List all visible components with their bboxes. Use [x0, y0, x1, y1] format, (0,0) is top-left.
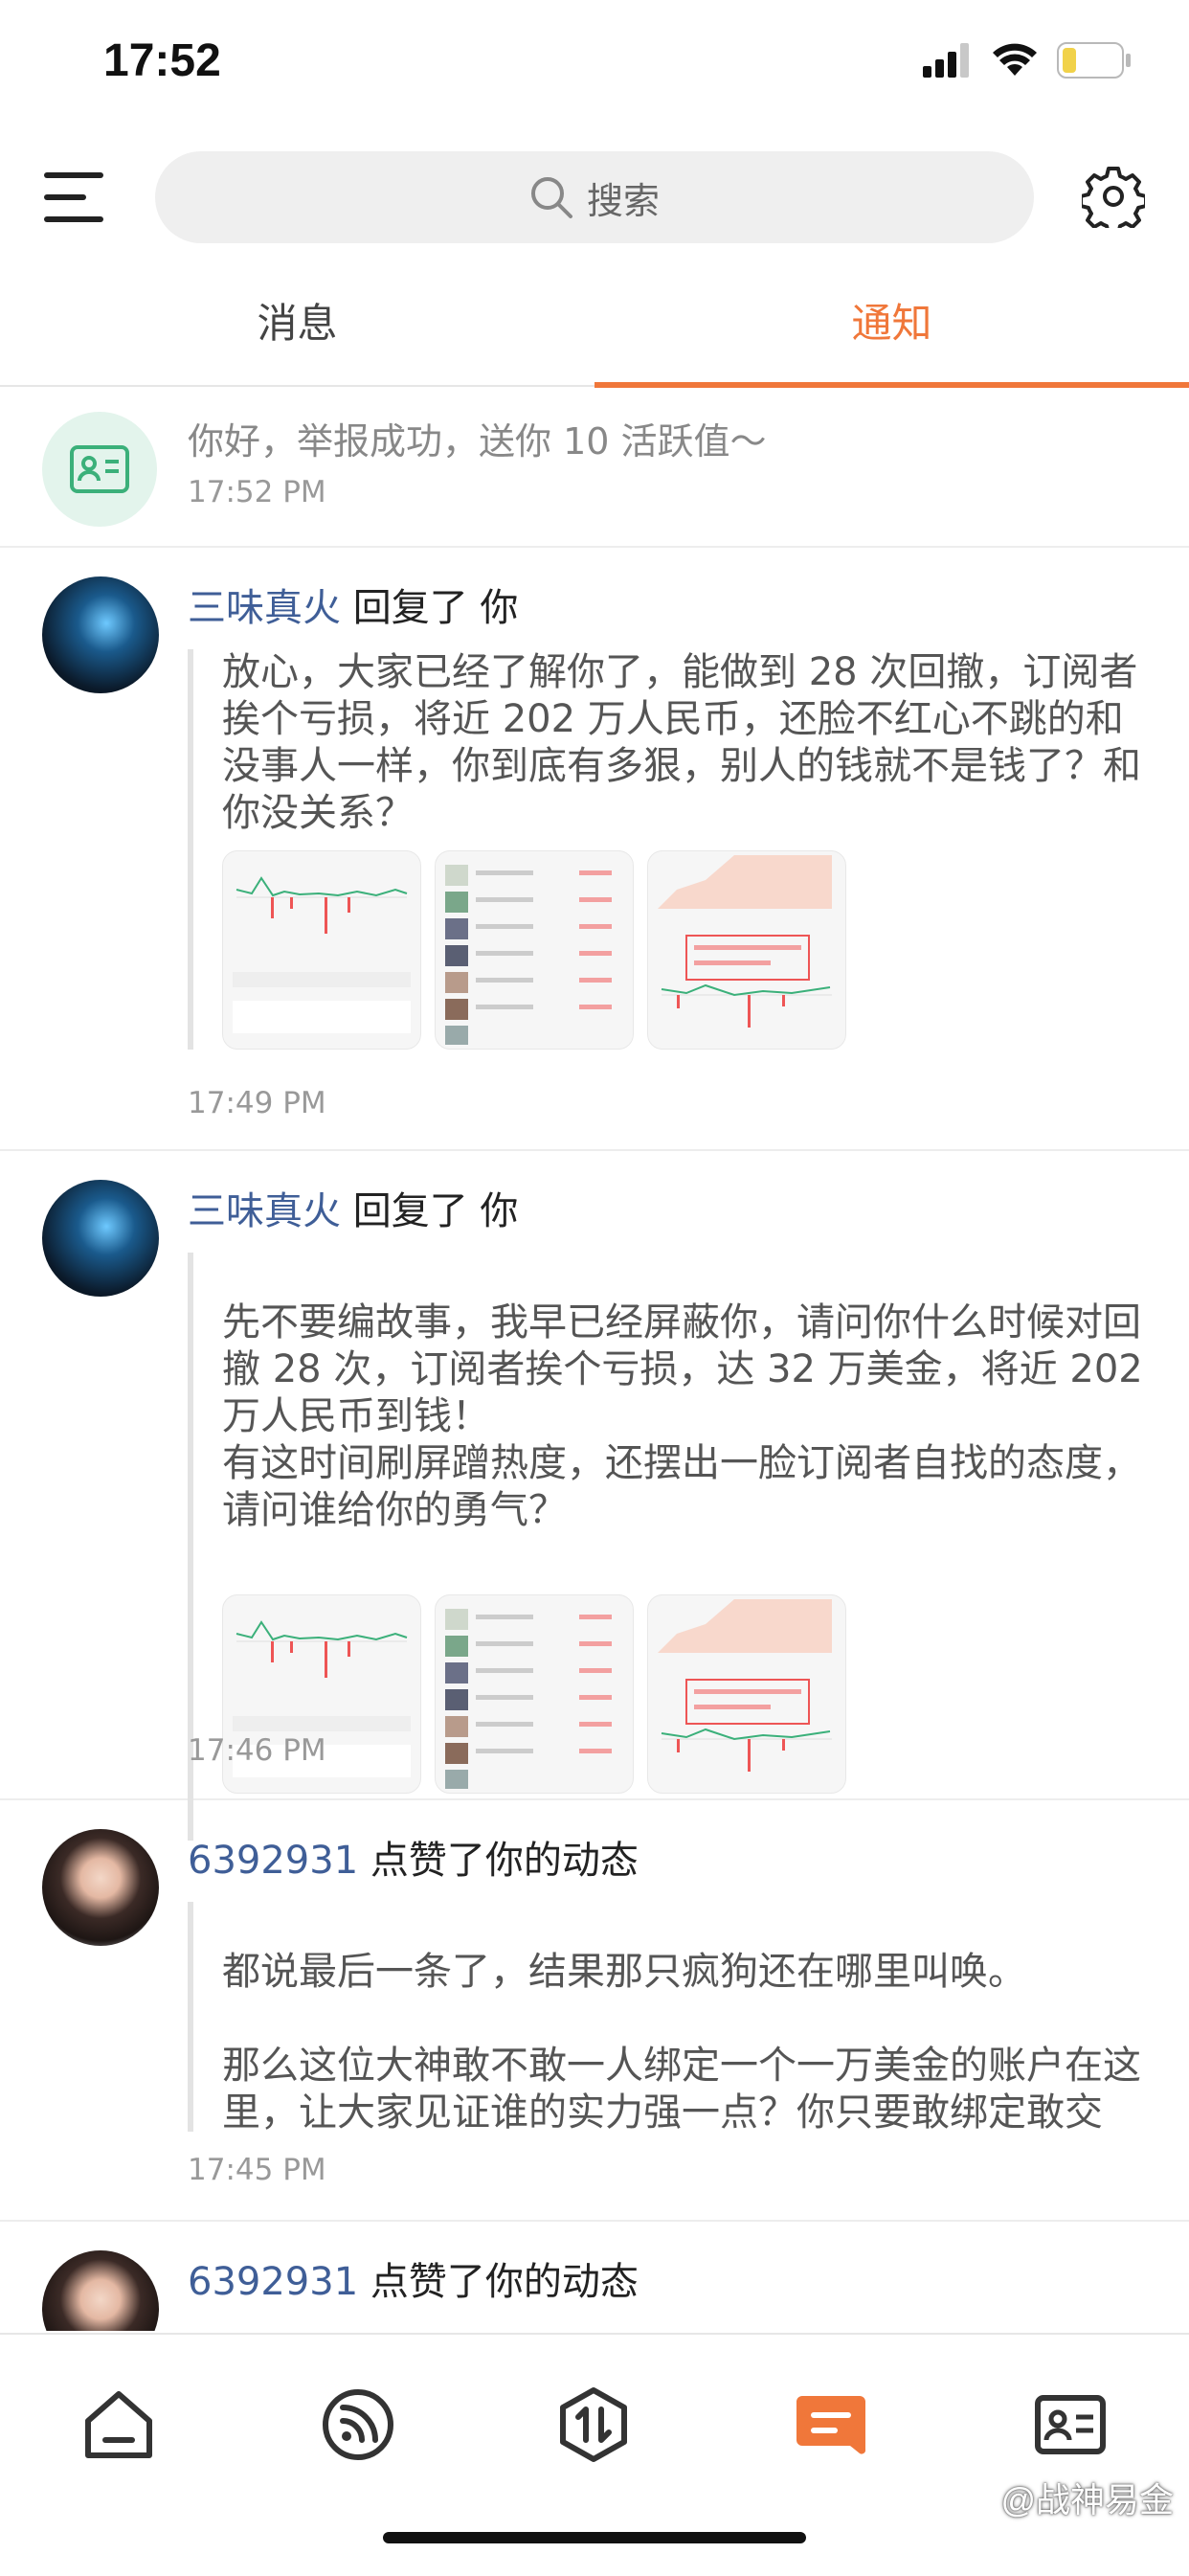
quoted-text: 都说最后一条了，结果那只疯狗还在哪里叫唤。 那么这位大神敢不敢一人绑定一个一万美…: [222, 1950, 1141, 2132]
image-thumbnail[interactable]: [222, 850, 421, 1050]
nav-profile[interactable]: [1032, 2386, 1109, 2463]
notification-header: 三味真火 回复了 你: [188, 576, 518, 632]
notification-header: 三味真火 回复了 你: [188, 1180, 518, 1235]
watermark: @战神易金: [1000, 2480, 1174, 2520]
search-icon: [530, 177, 572, 218]
action-text: 回复了 你: [352, 1189, 519, 1233]
nav-home[interactable]: [80, 2386, 157, 2463]
action-text: 点赞了你的动态: [370, 1839, 639, 1883]
avatar[interactable]: [42, 1829, 159, 1946]
nav-notifications[interactable]: [793, 2386, 869, 2463]
search-input[interactable]: 搜索: [155, 151, 1034, 243]
quoted-text: 放心，大家已经了解你了，能做到 28 次回撤，订阅者挨个亏损，将近 202 万人…: [222, 650, 1141, 835]
image-thumbnail[interactable]: [435, 850, 634, 1050]
status-bar: 17:52: [0, 0, 1189, 134]
tab-bar: 消息 通知: [0, 278, 1189, 388]
quoted-content[interactable]: 放心，大家已经了解你了，能做到 28 次回撤，订阅者挨个亏损，将近 202 万人…: [188, 649, 1145, 1050]
username-link[interactable]: 三味真火: [188, 586, 341, 630]
quoted-content[interactable]: 都说最后一条了，结果那只疯狗还在哪里叫唤。 那么这位大神敢不敢一人绑定一个一万美…: [188, 1902, 1145, 2132]
notification-item[interactable]: 三味真火 回复了 你 先不要编故事，我早已经屏蔽你，请问你什么时候对回撤 28 …: [0, 1151, 1189, 1841]
image-thumbnail[interactable]: [435, 1594, 634, 1794]
nav-feed[interactable]: [320, 2386, 396, 2463]
tab-messages[interactable]: 消息: [0, 278, 594, 383]
image-row: [222, 850, 1145, 1050]
image-thumbnail[interactable]: [647, 1594, 846, 1794]
image-row: [222, 1594, 1145, 1794]
username-link[interactable]: 三味真火: [188, 1189, 341, 1233]
feed-icon: [323, 2389, 393, 2460]
notification-time: 17:46 PM: [188, 1733, 326, 1768]
avatar[interactable]: [42, 576, 159, 693]
system-notice[interactable]: 你好，举报成功，送你 10 活跃值～ 17:52 PM: [0, 387, 1189, 548]
username-link[interactable]: 6392931: [188, 1839, 358, 1883]
notification-time: 17:45 PM: [188, 2153, 326, 2187]
wifi-icon: [993, 43, 1037, 76]
notification-item[interactable]: 6392931 点赞了你的动态 都说最后一条了，结果那只疯狗还在哪里叫唤。 那么…: [0, 1800, 1189, 2222]
action-text: 点赞了你的动态: [370, 2260, 639, 2304]
settings-button[interactable]: [1079, 165, 1148, 236]
notifications-icon: [796, 2396, 866, 2454]
notification-list[interactable]: 你好，举报成功，送你 10 活跃值～ 17:52 PM 三味真火 回复了 你 放…: [0, 387, 1189, 2331]
top-bar: 搜索: [0, 144, 1189, 249]
profile-card-icon: [1035, 2395, 1106, 2454]
nav-trade[interactable]: [555, 2386, 632, 2463]
notification-time: 17:49 PM: [188, 1086, 326, 1120]
action-text: 回复了 你: [352, 586, 519, 630]
avatar[interactable]: [42, 1180, 159, 1297]
home-indicator[interactable]: [383, 2532, 806, 2543]
system-notice-text: 你好，举报成功，送你 10 活跃值～: [188, 420, 767, 463]
image-thumbnail[interactable]: [647, 850, 846, 1050]
notification-item[interactable]: 6392931 点赞了你的动态: [0, 2222, 1189, 2331]
username-link[interactable]: 6392931: [188, 2260, 358, 2304]
status-icons: [923, 42, 1132, 79]
quoted-text: 先不要编故事，我早已经屏蔽你，请问你什么时候对回撤 28 次，订阅者挨个亏损，达…: [222, 1300, 1143, 1532]
notification-item[interactable]: 三味真火 回复了 你 放心，大家已经了解你了，能做到 28 次回撤，订阅者挨个亏…: [0, 548, 1189, 1151]
search-placeholder: 搜索: [586, 179, 660, 222]
status-time: 17:52: [103, 35, 221, 86]
quoted-content[interactable]: 先不要编故事，我早已经屏蔽你，请问你什么时候对回撤 28 次，订阅者挨个亏损，达…: [188, 1253, 1145, 1841]
avatar[interactable]: [42, 2250, 159, 2331]
notification-header: 6392931 点赞了你的动态: [188, 1829, 639, 1885]
trade-icon: [560, 2387, 627, 2462]
tab-notifications[interactable]: 通知: [594, 278, 1189, 383]
menu-button[interactable]: [44, 169, 107, 226]
hamburger-icon: [44, 172, 103, 222]
gear-icon: [1079, 167, 1148, 236]
battery-icon: [1057, 42, 1131, 79]
cellular-signal-icon: [923, 43, 969, 78]
home-icon: [85, 2391, 152, 2458]
id-card-icon: [42, 412, 157, 527]
notification-header: 6392931 点赞了你的动态: [188, 2250, 639, 2306]
system-notice-time: 17:52 PM: [188, 475, 326, 509]
